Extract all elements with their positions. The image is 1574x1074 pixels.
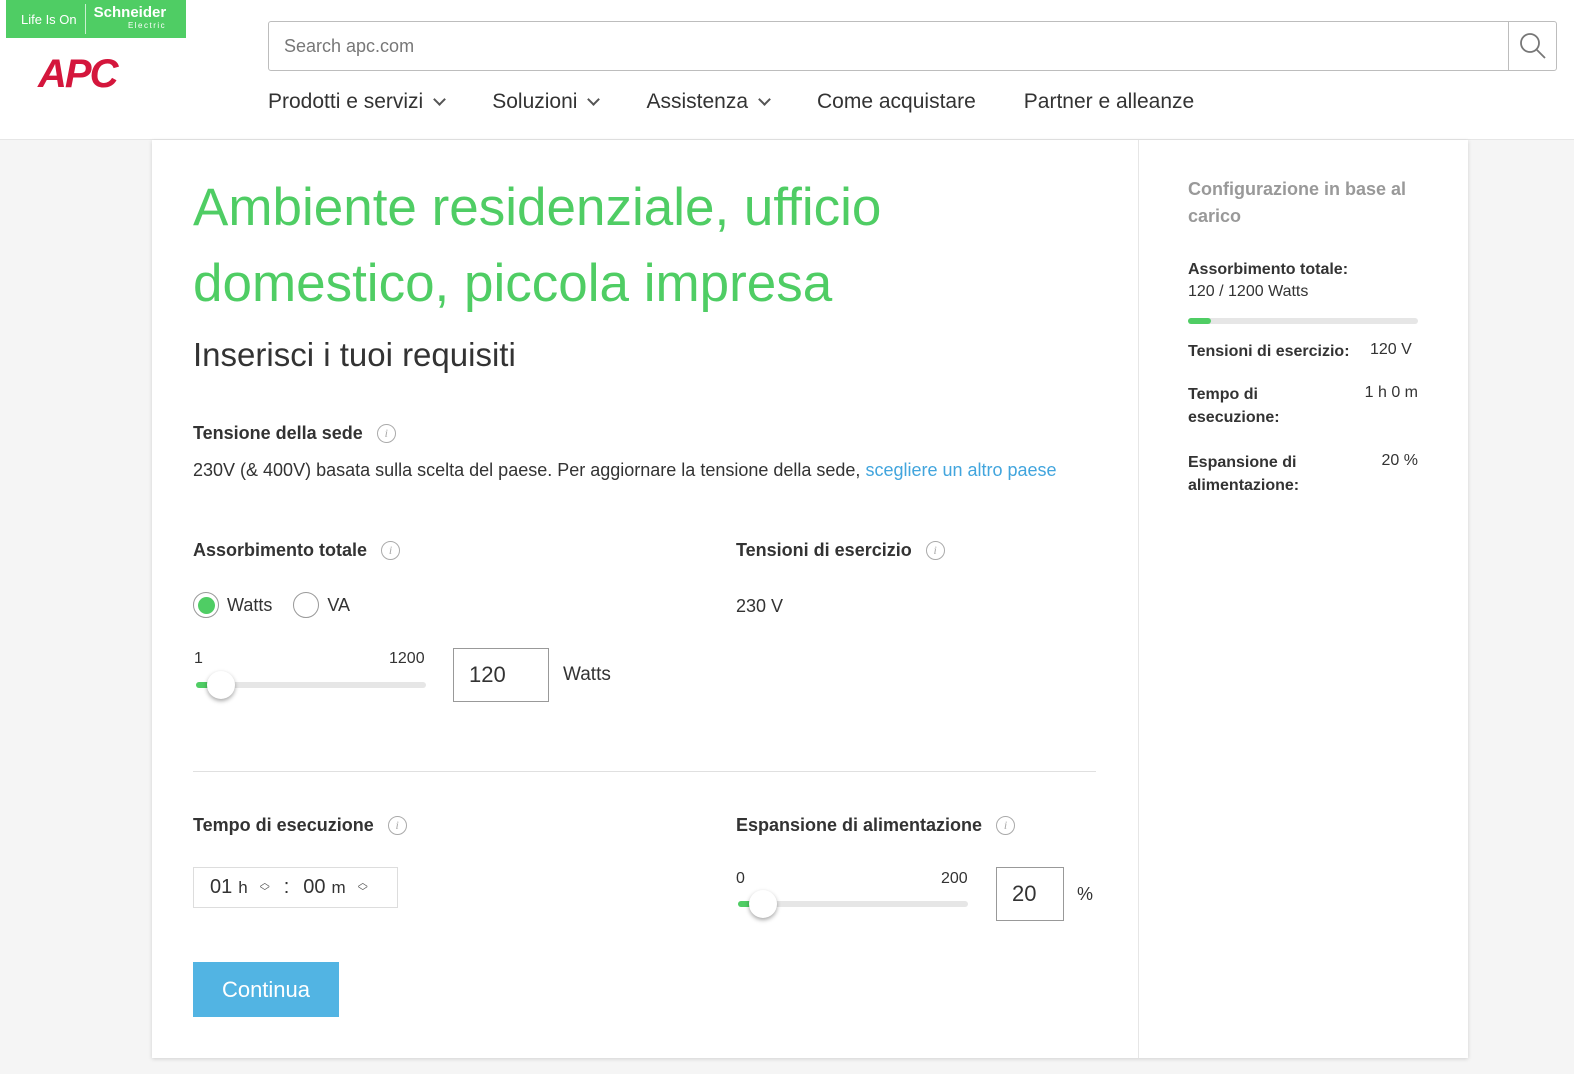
operating-voltage-label: Tensioni di esercizio i [736,540,945,561]
continue-button[interactable]: Continua [193,962,339,1017]
search-bar [268,21,1557,71]
expansion-unit-label: % [1077,884,1094,904]
nav-prodotti[interactable]: Prodotti e servizi [268,90,447,114]
expansion-slider[interactable] [738,890,968,918]
info-icon[interactable]: i [376,424,396,443]
sidebar-voltage-label: Tensioni di esercizio: [1188,343,1350,360]
chevron-down-icon [587,92,601,106]
operating-voltage-value: 230 V [736,596,784,616]
expansion-slider-min: 0 [736,870,745,887]
search-button[interactable] [1508,22,1556,70]
sidebar-load-value: 120 / 1200 Watts [1188,283,1309,300]
sidebar-expansion-label: Espansione di alimentazione: [1188,454,1300,494]
load-unit-radio-group: Watts VA [193,592,350,618]
hours-spinner-icon[interactable]: ︿ ﹀ [260,878,270,897]
sidebar-load-label: Assorbimento totale: [1188,261,1349,278]
info-icon[interactable]: i [925,541,945,560]
sidebar-voltage-value: 120 V [1370,341,1412,358]
load-unit-label: Watts [563,664,611,685]
load-slider-thumb[interactable] [207,671,235,699]
info-icon[interactable]: i [381,541,401,560]
change-country-link[interactable]: scegliere un altro paese [865,460,1056,480]
search-icon [1519,33,1546,59]
radio-va[interactable] [293,592,320,618]
schneider-logo[interactable]: Life Is On Schneider Electric [6,0,186,38]
site-header: Life Is On SchneiderElectric APC Prodott… [0,0,1574,140]
runtime-label: Tempo di esecuzione i [193,815,407,836]
section-subtitle: Inserisci i tuoi requisiti [193,336,516,373]
sidebar-load-bar [1188,318,1418,324]
page-title: Ambiente residenziale, ufficio domestico… [193,178,882,313]
sidebar-load-fill [1188,318,1211,324]
nav-partner[interactable]: Partner e alleanze [1024,90,1194,114]
hours-value[interactable]: 01 [210,876,232,899]
site-voltage-text: 230V (& 400V) basata sulla scelta del pa… [193,460,1057,480]
info-icon[interactable]: i [996,816,1016,835]
site-voltage-label: Tensione della sede i [193,423,396,444]
expansion-slider-max: 200 [941,870,968,887]
radio-watts[interactable] [193,592,219,618]
sidebar-expansion-value: 20 % [1381,452,1418,469]
load-slider-max: 1200 [389,650,425,667]
minutes-spinner-icon[interactable]: ︿ ﹀ [358,878,368,897]
expansion-label: Espansione di alimentazione i [736,815,1016,836]
load-slider-min: 1 [194,650,203,667]
runtime-input: 01 h ︿ ﹀ : 00 m ︿ ﹀ [193,867,398,908]
load-input[interactable]: 120 [453,648,549,702]
sidebar-title: Configurazione in base al carico [1188,179,1407,226]
search-input[interactable] [269,22,1499,70]
nav-come-acquistare[interactable]: Come acquistare [817,90,976,114]
expansion-slider-thumb[interactable] [749,890,777,918]
apc-logo[interactable]: APC [38,52,118,97]
load-label: Assorbimento totale i [193,540,401,561]
divider [193,771,1096,772]
nav-soluzioni[interactable]: Soluzioni [492,90,601,114]
info-icon[interactable]: i [387,816,407,835]
sidebar-runtime-value: 1 h 0 m [1364,384,1418,401]
load-slider[interactable] [196,671,426,699]
chevron-down-icon [758,92,771,106]
minutes-value[interactable]: 00 [303,876,325,899]
main-nav: Prodotti e servizi Soluzioni Assistenza … [268,90,1242,114]
nav-assistenza[interactable]: Assistenza [646,90,771,114]
chevron-down-icon [433,92,447,106]
sidebar-runtime-label: Tempo di esecuzione: [1188,386,1280,426]
expansion-input[interactable]: 20 [996,867,1064,921]
